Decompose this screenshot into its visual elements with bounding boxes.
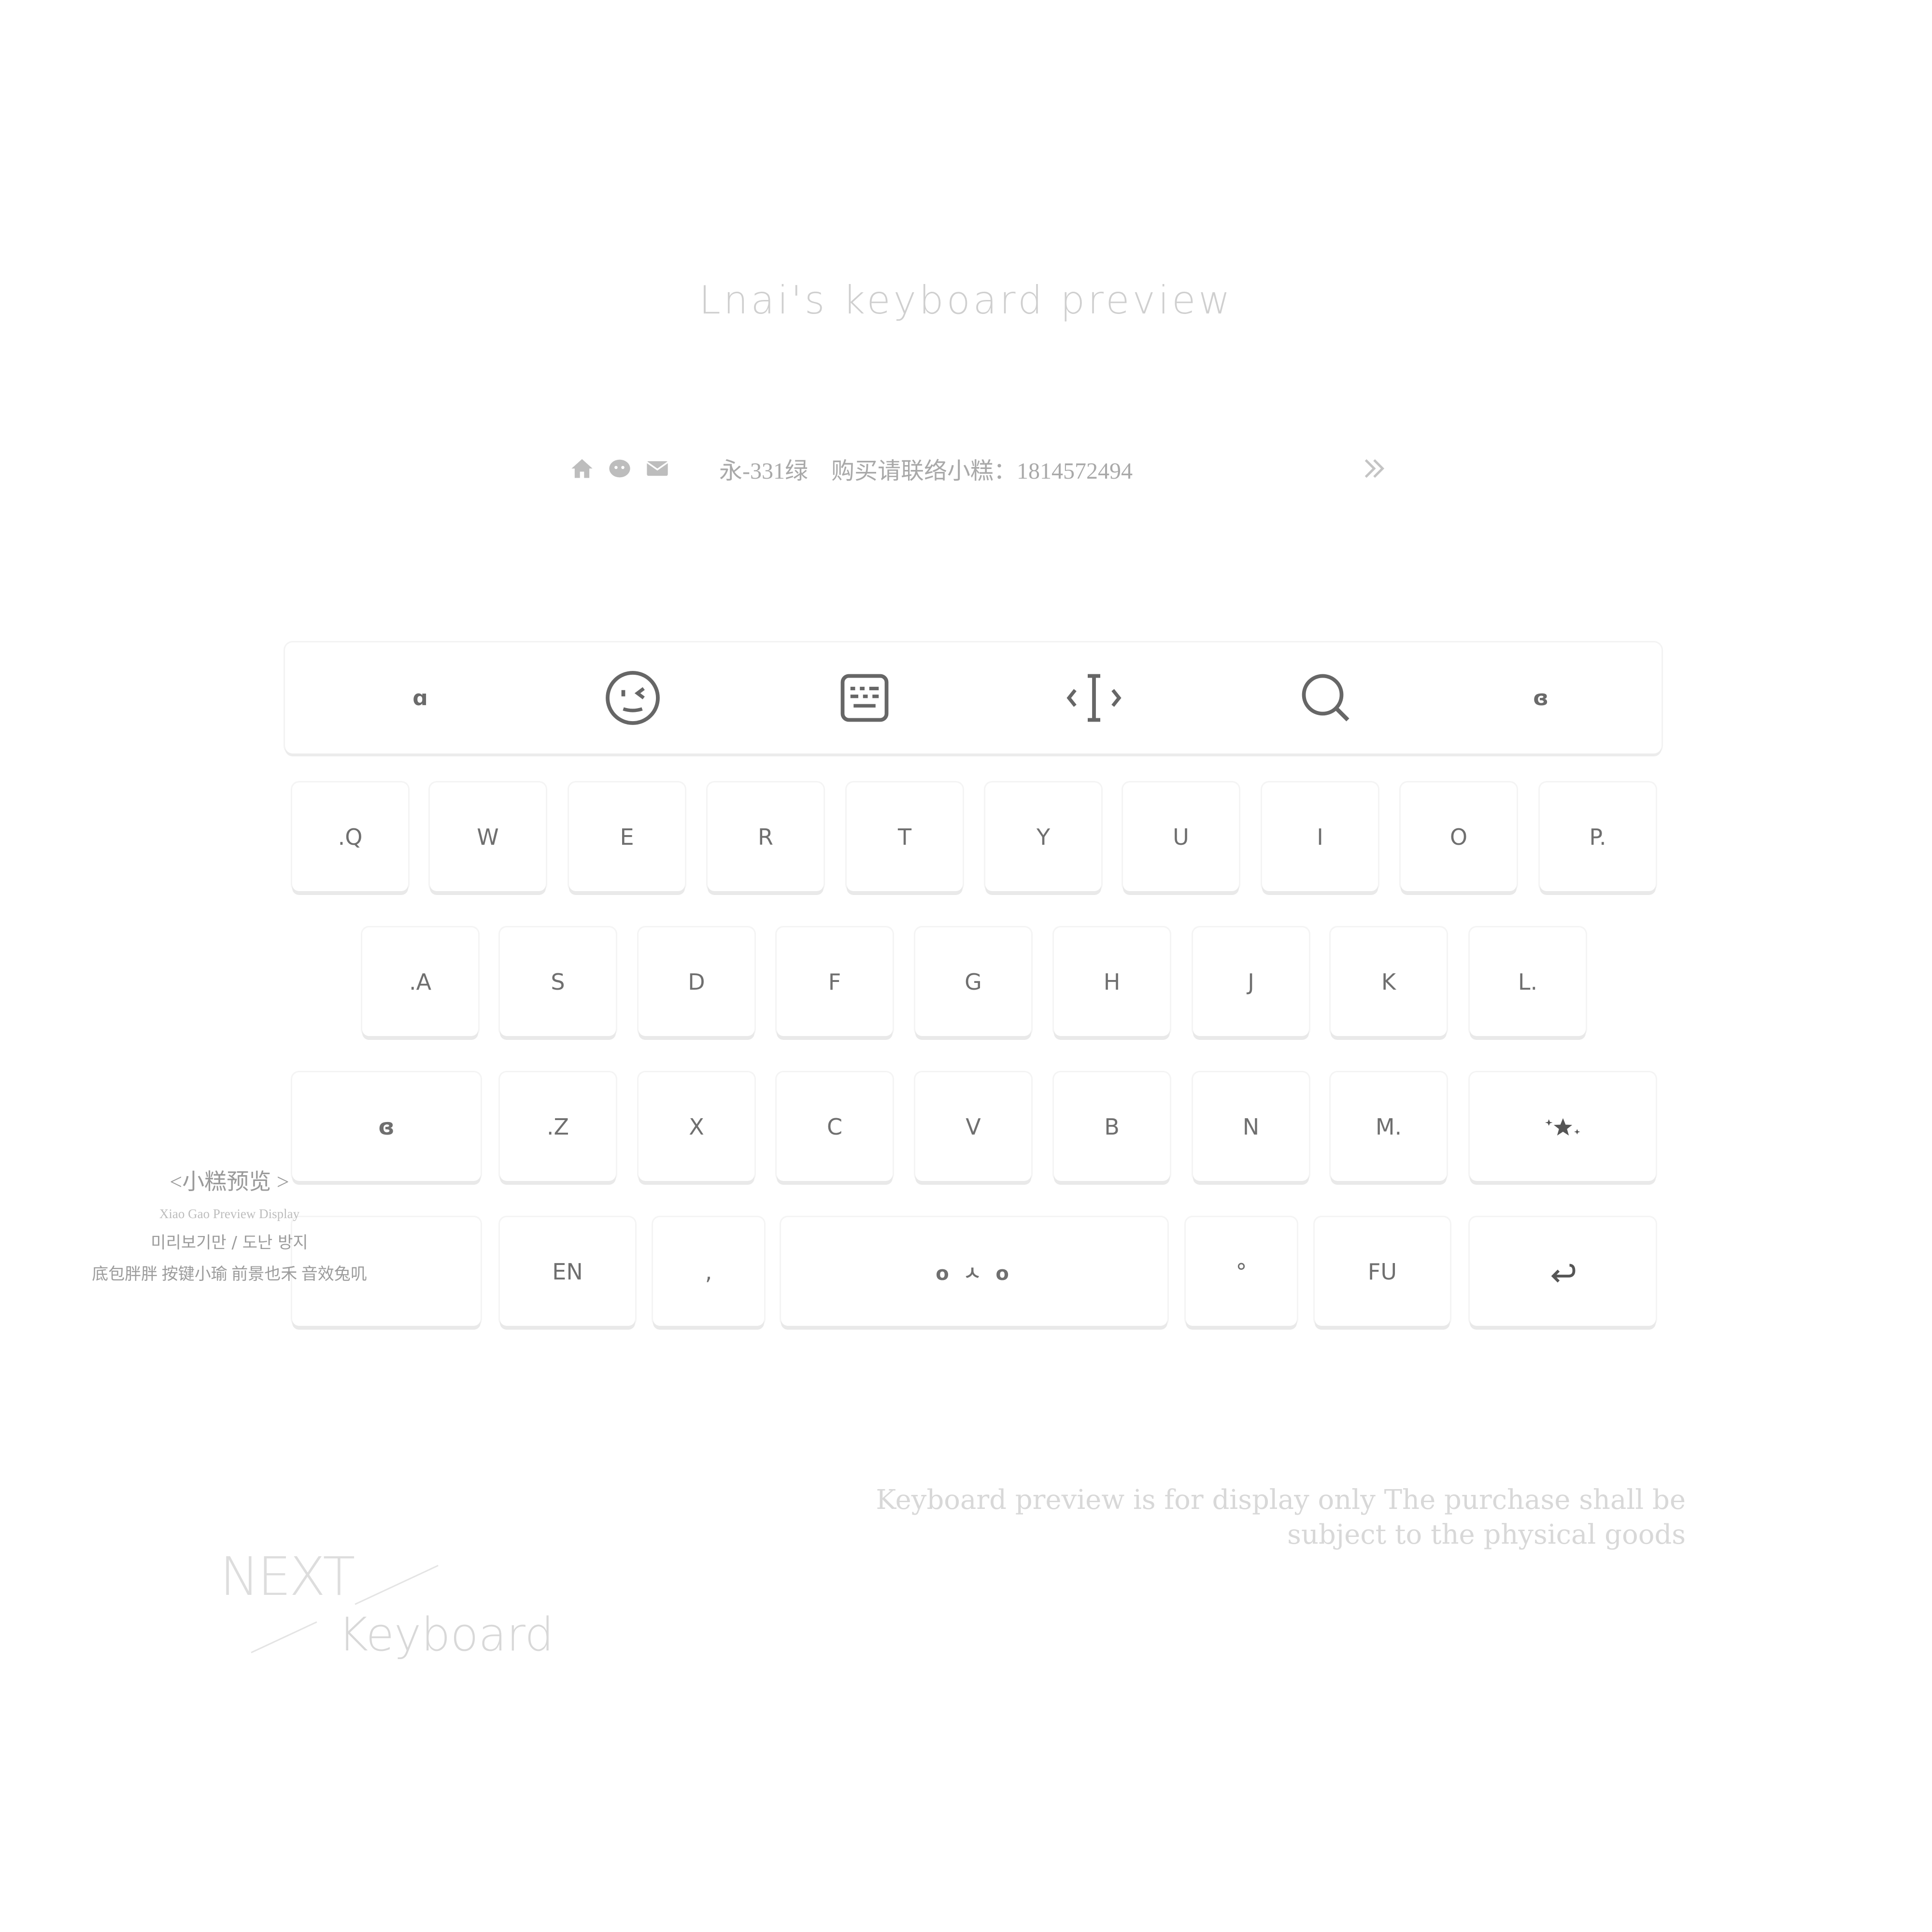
- preview-credits: 底包胖胖 按键小瑜 前景也禾 音效兔叽: [92, 1265, 367, 1283]
- key-d[interactable]: D: [639, 927, 754, 1036]
- wechat-icon[interactable]: [605, 454, 634, 483]
- key-q[interactable]: .Q: [292, 782, 408, 891]
- key-b[interactable]: B: [1054, 1072, 1170, 1181]
- keyboard-toolbar: ɑ ɞ: [285, 642, 1662, 753]
- mail-icon[interactable]: [643, 454, 672, 483]
- key-t[interactable]: T: [847, 782, 963, 891]
- key-m[interactable]: M.: [1331, 1072, 1447, 1181]
- preview-subtitle: Xiao Gao Preview Display: [159, 1207, 300, 1221]
- period-key[interactable]: °: [1186, 1217, 1297, 1326]
- enter-key[interactable]: [1470, 1217, 1656, 1326]
- preview-heading: <小糕预览 >: [170, 1169, 289, 1194]
- key-n[interactable]: N: [1193, 1072, 1309, 1181]
- preview-info-panel: <小糕预览 > Xiao Gao Preview Display 미리보기만 /…: [72, 1164, 386, 1284]
- brand-keyboard: Keyboard: [338, 1608, 554, 1662]
- double-chevron-right-icon[interactable]: [1360, 454, 1389, 483]
- brand-next: NEXT: [220, 1546, 355, 1607]
- language-key[interactable]: EN: [500, 1217, 635, 1326]
- brand-slash-1: [355, 1564, 439, 1605]
- info-bar: 永-331绿 购买请联络小糕：1814572494: [568, 449, 1389, 488]
- right-glyph-icon[interactable]: ɞ: [1502, 659, 1579, 737]
- key-j[interactable]: J: [1193, 927, 1309, 1036]
- special-key[interactable]: [1470, 1072, 1656, 1181]
- key-g[interactable]: G: [915, 927, 1031, 1036]
- home-icon[interactable]: [568, 454, 597, 483]
- disclaimer: Keyboard preview is for display only The…: [821, 1483, 1686, 1552]
- left-glyph-label: ɑ: [412, 685, 428, 710]
- contact-info: 购买请联络小糕：1814572494: [831, 458, 1133, 484]
- comma-key[interactable]: ,: [653, 1217, 764, 1326]
- page-title: Lnai's keyboard preview: [699, 278, 1233, 323]
- fu-key[interactable]: FU: [1315, 1217, 1450, 1326]
- left-glyph-icon[interactable]: ɑ: [382, 659, 459, 737]
- product-code: 永-331绿: [719, 458, 808, 484]
- key-s[interactable]: S: [500, 927, 616, 1036]
- preview-korean-note: 미리보기만 / 도난 방지: [151, 1233, 308, 1252]
- key-w[interactable]: W: [430, 782, 546, 891]
- search-icon[interactable]: [1287, 659, 1364, 737]
- key-p[interactable]: P.: [1540, 782, 1656, 891]
- disclaimer-line-1: Keyboard preview is for display only The…: [876, 1484, 1686, 1516]
- key-o[interactable]: O: [1401, 782, 1517, 891]
- key-f[interactable]: F: [777, 927, 893, 1036]
- sparkle-star-icon: [1545, 1118, 1580, 1136]
- return-arrow-icon: [1551, 1264, 1575, 1282]
- key-r[interactable]: R: [708, 782, 824, 891]
- key-k[interactable]: K: [1331, 927, 1447, 1036]
- key-y[interactable]: Y: [985, 782, 1101, 891]
- key-z[interactable]: .Z: [500, 1072, 616, 1181]
- key-h[interactable]: H: [1054, 927, 1170, 1036]
- keyboard-panel-icon[interactable]: [826, 659, 903, 737]
- key-l[interactable]: L.: [1470, 927, 1586, 1036]
- key-a[interactable]: .A: [362, 927, 478, 1036]
- key-e[interactable]: E: [569, 782, 685, 891]
- brand-slash-2: [251, 1621, 317, 1653]
- disclaimer-line-2: subject to the physical goods: [1287, 1519, 1686, 1550]
- key-i[interactable]: I: [1262, 782, 1378, 891]
- cursor-move-icon[interactable]: [1055, 659, 1133, 737]
- space-key[interactable]: o ㅅ o: [781, 1217, 1167, 1326]
- right-glyph-label: ɞ: [1533, 685, 1549, 710]
- key-c[interactable]: C: [777, 1072, 893, 1181]
- shift-glyph: ɞ: [378, 1113, 395, 1140]
- wink-face-icon[interactable]: [594, 659, 671, 737]
- key-x[interactable]: X: [639, 1072, 754, 1181]
- key-v[interactable]: V: [915, 1072, 1031, 1181]
- key-u[interactable]: U: [1123, 782, 1239, 891]
